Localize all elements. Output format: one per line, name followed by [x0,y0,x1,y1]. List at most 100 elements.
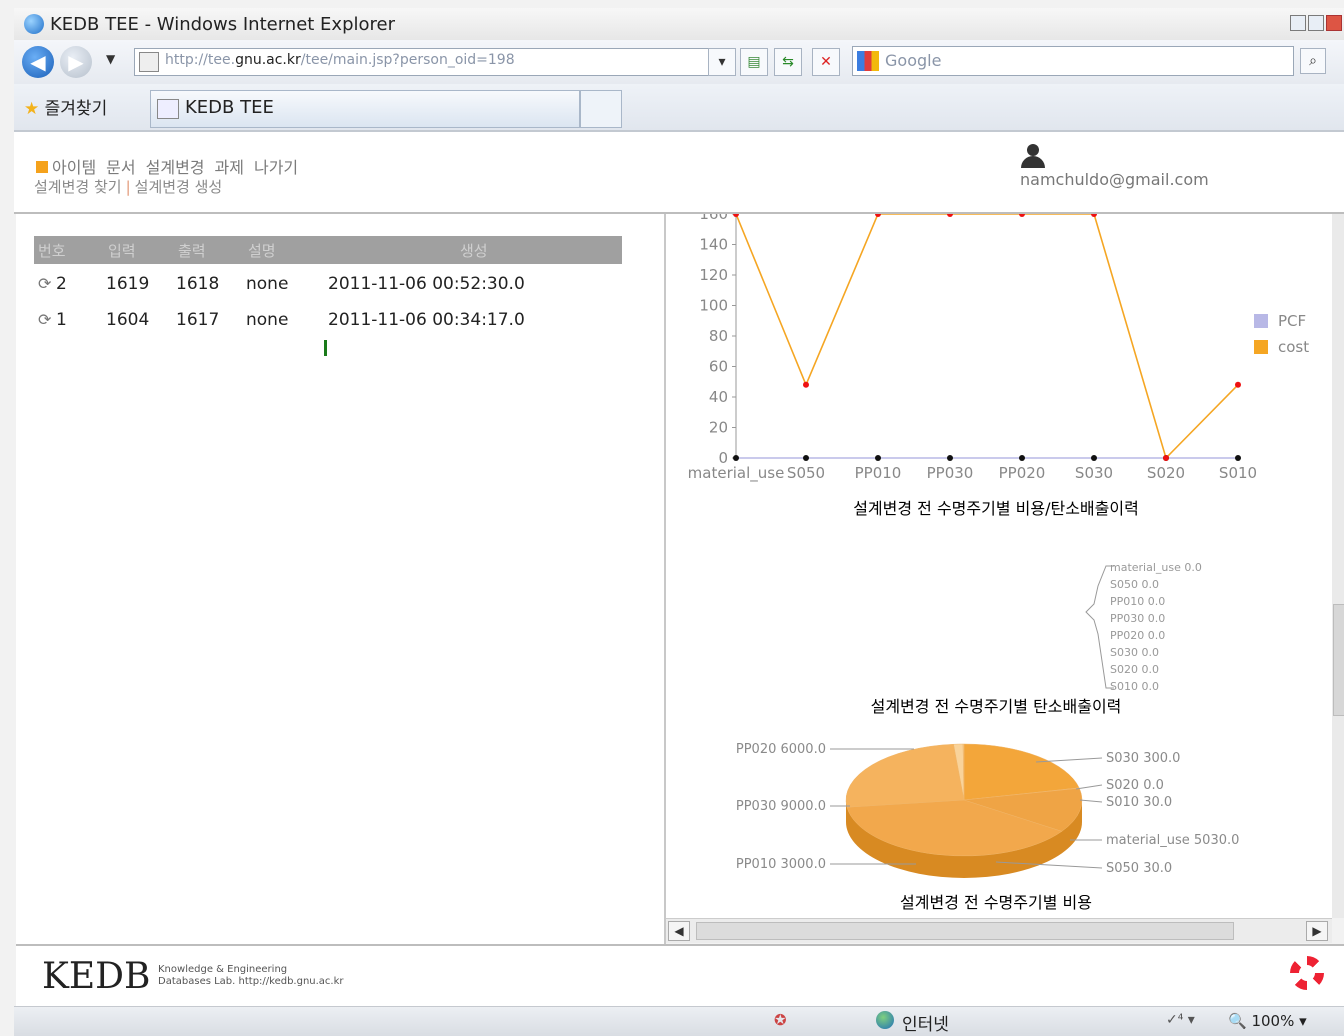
vertical-scrollbar[interactable] [1332,214,1344,918]
page-icon [157,99,179,119]
submenu-separator: | [125,178,131,196]
carbon-pie-label: material_use 0.0 [1110,561,1202,574]
menu-item-exit[interactable]: 나가기 [254,158,298,177]
x-tick-label: PP020 [999,464,1046,482]
legend-label: cost [1278,338,1309,356]
new-tab-button[interactable] [580,90,622,128]
refresh-icon[interactable]: ⟳ [38,310,51,329]
cell-created: 2011-11-06 00:52:30.0 [328,274,525,294]
star-icon: ★ [24,99,40,119]
pie-label: PP010 3000.0 [736,857,826,872]
carbon-pie-labels: material_use 0.0 S050 0.0 PP010 0.0 PP030 0… [1110,561,1202,693]
zoom-level[interactable]: 🔍 100% ▾ [1228,1012,1307,1030]
data-point [1019,214,1025,217]
close-button[interactable] [1326,15,1342,31]
submenu-create-change[interactable]: 설계변경 생성 [135,178,223,196]
horizontal-scrollbar[interactable]: ◀ ▶ [666,918,1332,943]
logo-subtitle-line2: Databases Lab. http://kedb.gnu.ac.kr [158,976,344,987]
compatibility-icon[interactable]: ▤ [740,48,768,76]
submenu-find-change[interactable]: 설계변경 찾기 [34,178,122,196]
horizontal-scroll-thumb[interactable] [696,922,1234,940]
legend: PCF cost [1254,312,1309,356]
cell-description: none [246,310,289,330]
x-tick-label: material_use [688,464,785,483]
carbon-pie-label: PP030 0.0 [1110,612,1165,625]
series-line [735,214,1239,460]
col-header-created: 생성 [460,242,488,260]
pie-label: material_use 5030.0 [1106,833,1239,848]
line-chart-title: 설계변경 전 수명주기별 비용/탄소배출이력 [853,499,1139,518]
protected-mode-icon[interactable]: ✪ [774,1011,787,1029]
x-tick-label: S050 [787,464,825,482]
vertical-scroll-thumb[interactable] [1333,604,1344,716]
data-point [1019,455,1025,461]
carbon-pie-label: S050 0.0 [1110,578,1159,591]
favorites-button[interactable]: ★ 즐겨찾기 [24,94,107,119]
page-footer: KEDB Knowledge & Engineering Databases L… [16,944,1344,1006]
legend-swatch [1254,340,1268,354]
x-tick-label: PP010 [855,464,902,482]
forward-button[interactable]: ▶ [60,46,92,78]
history-dropdown-icon[interactable]: ▼ [106,52,115,66]
data-point [733,214,739,217]
cost-pie-title: 설계변경 전 수명주기별 비용 [900,893,1092,912]
zoom-value: 100% [1251,1012,1295,1030]
data-point [1235,381,1241,388]
data-point [1163,455,1169,461]
y-tick-label: 20 [709,419,728,437]
data-point [875,214,881,217]
search-icon[interactable]: ⌕ [1300,48,1326,74]
y-ticks: 020406080100120140160 [699,214,736,467]
table-row[interactable]: ⟳ 2 1619 1618 none 2011-11-06 00:52:30.0 [34,266,622,300]
back-button[interactable]: ◀ [22,46,54,78]
cell-input: 1604 [106,310,150,330]
y-tick-label: 120 [699,266,728,284]
carbon-pie-title: 설계변경 전 수명주기별 탄소배출이력 [871,697,1122,716]
tab-kedb-tee[interactable]: KEDB TEE [150,90,580,128]
carbon-pie-label: S010 0.0 [1110,680,1159,693]
y-tick-label: 160 [699,214,728,223]
stop-icon[interactable]: ✕ [812,48,840,76]
refresh-icon[interactable]: ⇆ [774,48,802,76]
carbon-pie-label: PP020 0.0 [1110,629,1165,642]
minimize-button[interactable] [1290,15,1306,31]
refresh-icon[interactable]: ⟳ [38,274,51,293]
x-ticks: material_use S050 PP010 PP030 PP020 S030 S020 S… [688,464,1257,483]
menu-item-items[interactable]: 아이템 [52,158,96,177]
search-input[interactable]: Google [852,46,1294,76]
menu-item-projects[interactable]: 과제 [215,158,244,177]
address-dropdown-button[interactable]: ▾ [708,48,736,76]
col-header-description: 설명 [248,242,276,260]
globe-icon [876,1011,894,1029]
favorites-label: 즐겨찾기 [44,99,108,119]
security-zone: 인터넷 [902,1015,949,1035]
status-bar: ✪ 인터넷 ✓⁴ ▾ 🔍 100% ▾ [14,1006,1344,1036]
col-header-output: 출력 [178,242,206,260]
menu-item-documents[interactable]: 문서 [106,158,135,177]
tab-bar: ★ 즐겨찾기 KEDB TEE [14,84,1344,132]
kedb-logo: KEDB [42,956,151,997]
maximize-button[interactable] [1308,15,1324,31]
table-row[interactable]: ⟳ 1 1604 1617 none 2011-11-06 00:34:17.0 [34,302,622,336]
y-tick-label: 40 [709,388,728,406]
menu-item-design-change[interactable]: 설계변경 [146,158,205,177]
carbon-pie-label: S020 0.0 [1110,663,1159,676]
cell-description: none [246,274,289,294]
y-tick-label: 100 [699,297,728,315]
app-header: 아이템 문서 설계변경 과제 나가기 설계변경 찾기 | 설계변경 생성 namchuldo… [14,132,1344,214]
carbon-pie-label: S030 0.0 [1110,646,1159,659]
cell-output: 1617 [176,310,220,330]
cell-input: 1619 [106,274,150,294]
security-dropdown[interactable]: ✓⁴ ▾ [1166,1012,1195,1028]
data-point [1091,455,1097,461]
data-point [733,455,739,461]
scroll-right-button[interactable]: ▶ [1306,921,1328,941]
logo-subtitle-line1: Knowledge & Engineering [158,964,288,975]
sub-menu: 설계변경 찾기 | 설계변경 생성 [34,176,222,197]
cell-created: 2011-11-06 00:34:17.0 [328,310,525,330]
user-icon-body [1021,156,1045,168]
help-lifebuoy-icon[interactable] [1290,956,1324,990]
change-list-pane: 번호 입력 출력 설명 생성 ⟳ 2 1619 1618 none 2011-1… [16,214,666,944]
address-input[interactable]: http://tee.gnu.ac.kr/tee/main.jsp?person… [134,48,726,76]
scroll-left-button[interactable]: ◀ [668,921,690,941]
